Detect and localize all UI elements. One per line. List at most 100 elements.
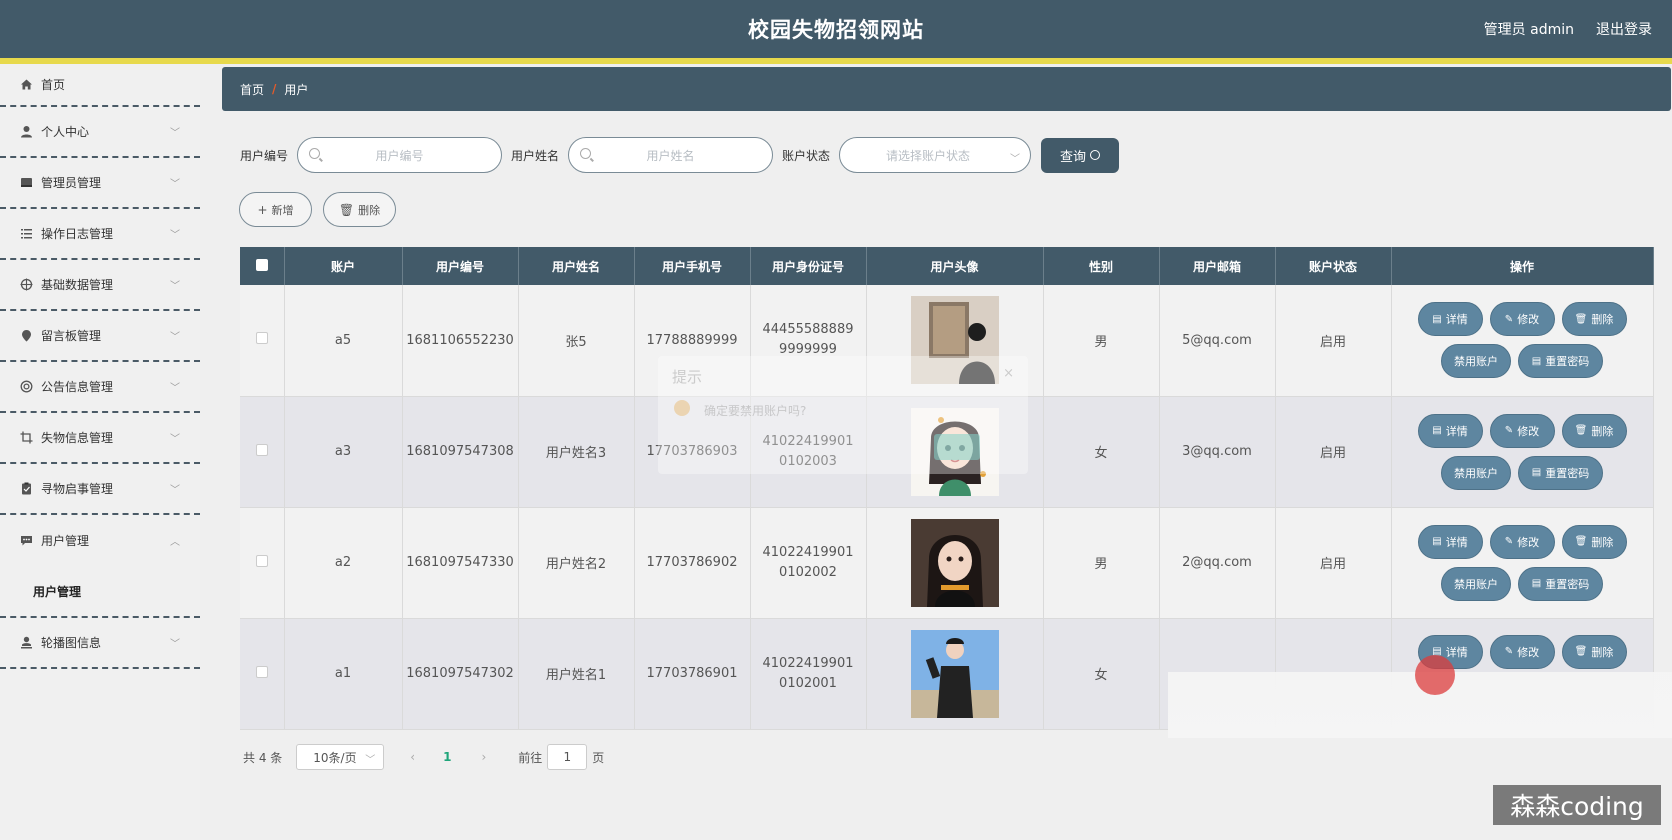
chevron-down-icon: ﹀ xyxy=(170,433,180,445)
page-unit-label: 页 xyxy=(592,750,605,765)
avatar[interactable] xyxy=(910,518,999,607)
operations-cell: ▤ 详情 ✎ 修改 🗑 删除 禁用账户 ▤ 重置密码 xyxy=(1391,507,1654,619)
detail-button[interactable]: ▤ 详情 xyxy=(1417,524,1483,559)
dialog-confirm-button[interactable] xyxy=(934,434,980,460)
user-code-cell: 1681097547302 xyxy=(402,618,519,730)
select-all-checkbox[interactable] xyxy=(255,258,268,271)
avatar-cell xyxy=(866,618,1044,730)
document-icon: ▤ xyxy=(1432,425,1442,436)
row-checkbox[interactable] xyxy=(255,332,268,345)
current-page[interactable]: 1 xyxy=(443,750,451,764)
edit-button[interactable]: ✎ 修改 xyxy=(1489,302,1555,337)
row-checkbox[interactable] xyxy=(255,443,268,456)
site-title: 校园失物招领网站 xyxy=(748,18,924,42)
row-select-cell xyxy=(240,285,285,397)
chevron-down-icon: ﹀ xyxy=(170,178,180,190)
email-cell: 5@qq.com xyxy=(1159,285,1276,397)
reset-password-button[interactable]: ▤ 重置密码 xyxy=(1518,344,1603,379)
row-checkbox[interactable] xyxy=(255,665,268,678)
pencil-icon: ✎ xyxy=(1504,536,1514,547)
reset-label: 重置密码 xyxy=(1545,577,1590,591)
account-status-label: 账户状态 xyxy=(782,148,831,163)
reset-password-button[interactable]: ▤ 重置密码 xyxy=(1518,455,1603,490)
phone-cell: 17703786901 xyxy=(634,618,751,730)
sidebar-item-carousel[interactable]: 轮播图信息 ﹀ xyxy=(0,618,200,669)
row-select-cell xyxy=(240,396,285,508)
sidebar-item-notice[interactable]: 公告信息管理 ﹀ xyxy=(0,362,200,413)
user-code-cell: 1681097547308 xyxy=(402,396,519,508)
sidebar-item-admin-manage[interactable]: 管理员管理 ﹀ xyxy=(0,158,200,209)
id-card-cell: 410224199010102002 xyxy=(750,507,867,619)
edit-button[interactable]: ✎ 修改 xyxy=(1489,634,1555,669)
sidebar-item-home[interactable]: 首页 xyxy=(0,64,200,107)
query-button[interactable]: 查询 xyxy=(1041,137,1120,173)
sidebar-item-label: 留言板管理 xyxy=(41,329,102,343)
sidebar-item-lost-items[interactable]: 失物信息管理 ﹀ xyxy=(0,413,200,464)
disable-account-button[interactable]: 禁用账户 xyxy=(1441,455,1511,490)
search-icon xyxy=(309,148,321,159)
delete-label: 删除 xyxy=(1591,424,1614,438)
user-code-cell: 1681097547330 xyxy=(402,507,519,619)
user-code-input[interactable]: 用户编号 xyxy=(297,137,503,173)
column-header: 用户身份证号 xyxy=(750,247,867,285)
disable-account-button[interactable]: 禁用账户 xyxy=(1441,344,1511,379)
delete-button[interactable]: 🗑 删除 xyxy=(1561,634,1627,669)
user-name-label: 用户姓名 xyxy=(511,148,560,163)
prev-page-icon[interactable]: ‹ xyxy=(410,750,415,764)
operations-cell: ▤ 详情 ✎ 修改 🗑 删除 禁用账户 ▤ 重置密码 xyxy=(1391,285,1654,397)
sidebar-item-label: 个人中心 xyxy=(41,125,90,139)
chevron-down-icon: ﹀ xyxy=(170,638,180,650)
trash-icon: 🗑 xyxy=(338,202,355,217)
trash-icon: 🗑 xyxy=(1574,313,1588,325)
breadcrumb-home[interactable]: 首页 xyxy=(240,81,264,98)
user-name-input[interactable]: 用户姓名 xyxy=(568,137,774,173)
column-header: 用户编号 xyxy=(402,247,519,285)
sidebar-item-user-manage[interactable]: 用户管理 ︿ xyxy=(0,515,200,566)
action-toolbar: + 新增 🗑 删除 xyxy=(239,192,407,227)
disable-label: 禁用账户 xyxy=(1454,355,1498,369)
sidebar-item-base-data[interactable]: 基础数据管理 ﹀ xyxy=(0,260,200,311)
email-cell: 3@qq.com xyxy=(1159,396,1276,508)
chevron-up-icon: ︿ xyxy=(170,536,180,548)
plus-icon: + xyxy=(257,202,268,217)
edit-button[interactable]: ✎ 修改 xyxy=(1489,524,1555,559)
row-checkbox[interactable] xyxy=(255,554,268,567)
column-header: 用户邮箱 xyxy=(1159,247,1276,285)
delete-button[interactable]: 🗑 删除 xyxy=(1561,524,1627,559)
crop-icon xyxy=(20,431,33,444)
pencil-icon: ✎ xyxy=(1504,313,1514,325)
disable-account-button[interactable]: 禁用账户 xyxy=(1441,566,1511,601)
delete-label: 删除 xyxy=(1591,645,1614,659)
sidebar-item-log-manage[interactable]: 操作日志管理 ﹀ xyxy=(0,209,200,260)
avatar[interactable] xyxy=(910,629,999,718)
next-page-icon[interactable]: › xyxy=(481,750,486,764)
page-size-select[interactable]: 10条/页 ﹀ xyxy=(296,744,385,770)
detail-button[interactable]: ▤ 详情 xyxy=(1417,302,1483,337)
add-button[interactable]: + 新增 xyxy=(239,192,312,227)
sidebar-item-label: 操作日志管理 xyxy=(41,227,114,241)
edit-button[interactable]: ✎ 修改 xyxy=(1489,413,1555,448)
header-accent-bar xyxy=(0,58,1672,64)
sidebar-item-found-notice[interactable]: 寻物启事管理 ﹀ xyxy=(0,464,200,515)
delete-button[interactable]: 🗑 删除 xyxy=(1561,413,1627,448)
id-card-cell: 410224199010102001 xyxy=(750,618,867,730)
sidebar-item-label: 公告信息管理 xyxy=(41,380,114,394)
delete-button[interactable]: 🗑 删除 xyxy=(1561,302,1627,337)
phone-cell: 17703786902 xyxy=(634,507,751,619)
account-status-placeholder: 请选择账户状态 xyxy=(886,148,971,163)
sidebar-item-message-board[interactable]: 留言板管理 ﹀ xyxy=(0,311,200,362)
dialog-title: 提示 xyxy=(672,368,703,386)
detail-button[interactable]: ▤ 详情 xyxy=(1417,413,1483,448)
gender-cell: 男 xyxy=(1043,285,1160,397)
sidebar-subitem-user-manage[interactable]: 用户管理 xyxy=(0,566,200,618)
document-icon: ▤ xyxy=(1531,355,1542,367)
account-status-select[interactable]: 请选择账户状态 ﹀ xyxy=(839,137,1032,173)
batch-delete-button[interactable]: 🗑 删除 xyxy=(323,192,396,227)
goto-page-input[interactable]: 1 xyxy=(547,744,588,770)
logout-link[interactable]: 退出登录 xyxy=(1596,19,1652,39)
add-button-label: 新增 xyxy=(271,203,294,217)
reset-password-button[interactable]: ▤ 重置密码 xyxy=(1518,566,1603,601)
close-icon[interactable]: × xyxy=(1003,366,1014,381)
sidebar-item-profile[interactable]: 个人中心 ﹀ xyxy=(0,107,200,158)
delete-label: 删除 xyxy=(1591,535,1614,549)
